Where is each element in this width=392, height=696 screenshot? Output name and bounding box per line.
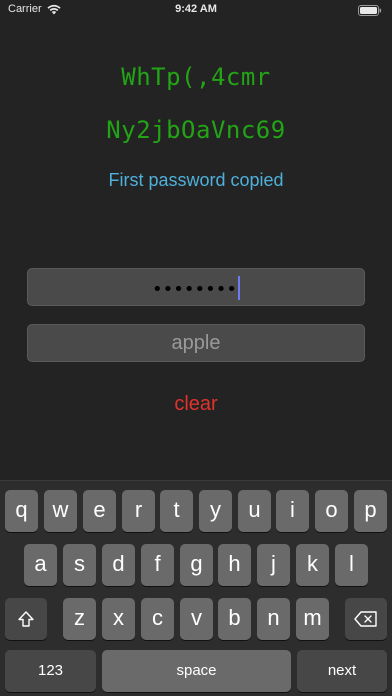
key-i[interactable]: i [276,490,309,532]
key-u[interactable]: u [238,490,271,532]
key-b[interactable]: b [218,598,251,640]
key-d[interactable]: d [102,544,135,586]
key-q[interactable]: q [5,490,38,532]
second-password[interactable]: Ny2jbOaVnc69 [0,116,392,144]
status-message: First password copied [108,170,284,190]
shift-icon [18,611,34,627]
key-m[interactable]: m [296,598,329,640]
delete-icon [354,611,377,627]
key-h[interactable]: h [218,544,251,586]
key-j[interactable]: j [257,544,290,586]
salt-input[interactable] [28,325,364,361]
first-password[interactable]: WhTp(,4cmr [0,63,392,91]
battery-icon [358,5,382,16]
clock: 9:42 AM [175,3,217,15]
next-key[interactable]: next [297,650,387,692]
password-input[interactable]: •••••••• [27,268,365,306]
key-g[interactable]: g [180,544,213,586]
key-a[interactable]: a [24,544,57,586]
key-f[interactable]: f [141,544,174,586]
clear-button[interactable]: clear [0,393,392,416]
password-dots: •••••••• [152,279,237,300]
key-z[interactable]: z [63,598,96,640]
status-bar: Carrier 9:42 AM [0,0,392,22]
key-r[interactable]: r [122,490,155,532]
key-t[interactable]: t [160,490,193,532]
password-input-value: •••••••• [28,276,364,300]
key-w[interactable]: w [44,490,77,532]
key-k[interactable]: k [296,544,329,586]
keyboard: q w e r t y u i o p a s d f g h j k l z … [0,480,392,696]
key-y[interactable]: y [199,490,232,532]
key-l[interactable]: l [335,544,368,586]
space-key[interactable]: space [102,650,291,692]
key-v[interactable]: v [180,598,213,640]
salt-field[interactable] [27,324,365,362]
key-n[interactable]: n [257,598,290,640]
key-e[interactable]: e [83,490,116,532]
text-cursor [237,276,240,300]
delete-key[interactable] [345,598,387,640]
key-o[interactable]: o [315,490,348,532]
key-x[interactable]: x [102,598,135,640]
numbers-key[interactable]: 123 [5,650,96,692]
key-s[interactable]: s [63,544,96,586]
shift-key[interactable] [5,598,47,640]
key-p[interactable]: p [354,490,387,532]
key-c[interactable]: c [141,598,174,640]
